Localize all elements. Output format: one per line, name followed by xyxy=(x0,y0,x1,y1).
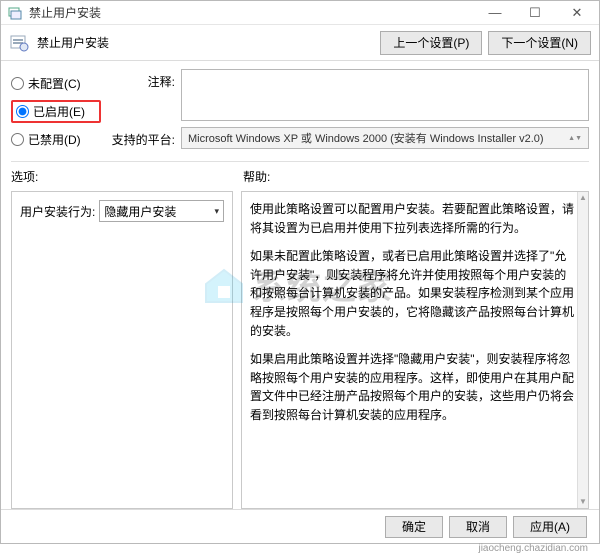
help-text-2: 如果未配置此策略设置，或者已启用此策略设置并选择了"允许用户安装"，则安装程序将… xyxy=(250,247,578,340)
supported-textbox: Microsoft Windows XP 或 Windows 2000 (安装有… xyxy=(181,127,589,149)
help-text-1: 使用此策略设置可以配置用户安装。若要配置此策略设置，请将其设置为已启用并使用下拉… xyxy=(250,200,578,237)
minimize-button[interactable]: — xyxy=(475,1,515,24)
radio-enabled[interactable]: 已启用(E) xyxy=(11,100,101,123)
options-pane: 用户安装行为: 隐藏用户安装 ▾ xyxy=(11,191,233,509)
source-watermark: jiaocheng.chazidian.com xyxy=(478,543,588,554)
config-radio-group: 未配置(C) 已启用(E) 已禁用(D) xyxy=(11,69,101,148)
header-row: 禁止用户安装 上一个设置(P) 下一个设置(N) xyxy=(1,25,599,61)
behavior-label: 用户安装行为: xyxy=(20,203,95,220)
help-text-3: 如果启用此策略设置并选择"隐藏用户安装"，则安装程序将忽略按照每个用户安装的应用… xyxy=(250,350,578,424)
apply-button[interactable]: 应用(A) xyxy=(513,516,587,538)
titlebar: 禁止用户安装 — ☐ ✕ xyxy=(1,1,599,25)
window-title: 禁止用户安装 xyxy=(29,4,475,21)
options-label: 选项: xyxy=(11,168,233,185)
annotation-textbox[interactable] xyxy=(181,69,589,121)
footer: 确定 取消 应用(A) xyxy=(1,509,599,543)
close-button[interactable]: ✕ xyxy=(555,1,599,24)
spinner-icon[interactable]: ▲▼ xyxy=(568,135,582,142)
app-icon xyxy=(7,5,23,21)
radio-not-configured[interactable]: 未配置(C) xyxy=(11,75,101,92)
supported-label: 支持的平台: xyxy=(111,127,181,149)
policy-title: 禁止用户安装 xyxy=(37,34,374,51)
policy-icon xyxy=(9,33,29,53)
prev-setting-button[interactable]: 上一个设置(P) xyxy=(380,31,482,55)
radio-disabled[interactable]: 已禁用(D) xyxy=(11,131,101,148)
chevron-down-icon: ▾ xyxy=(214,206,219,217)
ok-button[interactable]: 确定 xyxy=(385,516,443,538)
annotation-label: 注释: xyxy=(111,69,181,121)
cancel-button[interactable]: 取消 xyxy=(449,516,507,538)
help-label: 帮助: xyxy=(243,168,270,185)
maximize-button[interactable]: ☐ xyxy=(515,1,555,24)
scrollbar[interactable]: ▲▼ xyxy=(577,192,588,508)
next-setting-button[interactable]: 下一个设置(N) xyxy=(488,31,591,55)
behavior-dropdown[interactable]: 隐藏用户安装 ▾ xyxy=(99,200,224,222)
help-pane: 使用此策略设置可以配置用户安装。若要配置此策略设置，请将其设置为已启用并使用下拉… xyxy=(241,191,589,509)
